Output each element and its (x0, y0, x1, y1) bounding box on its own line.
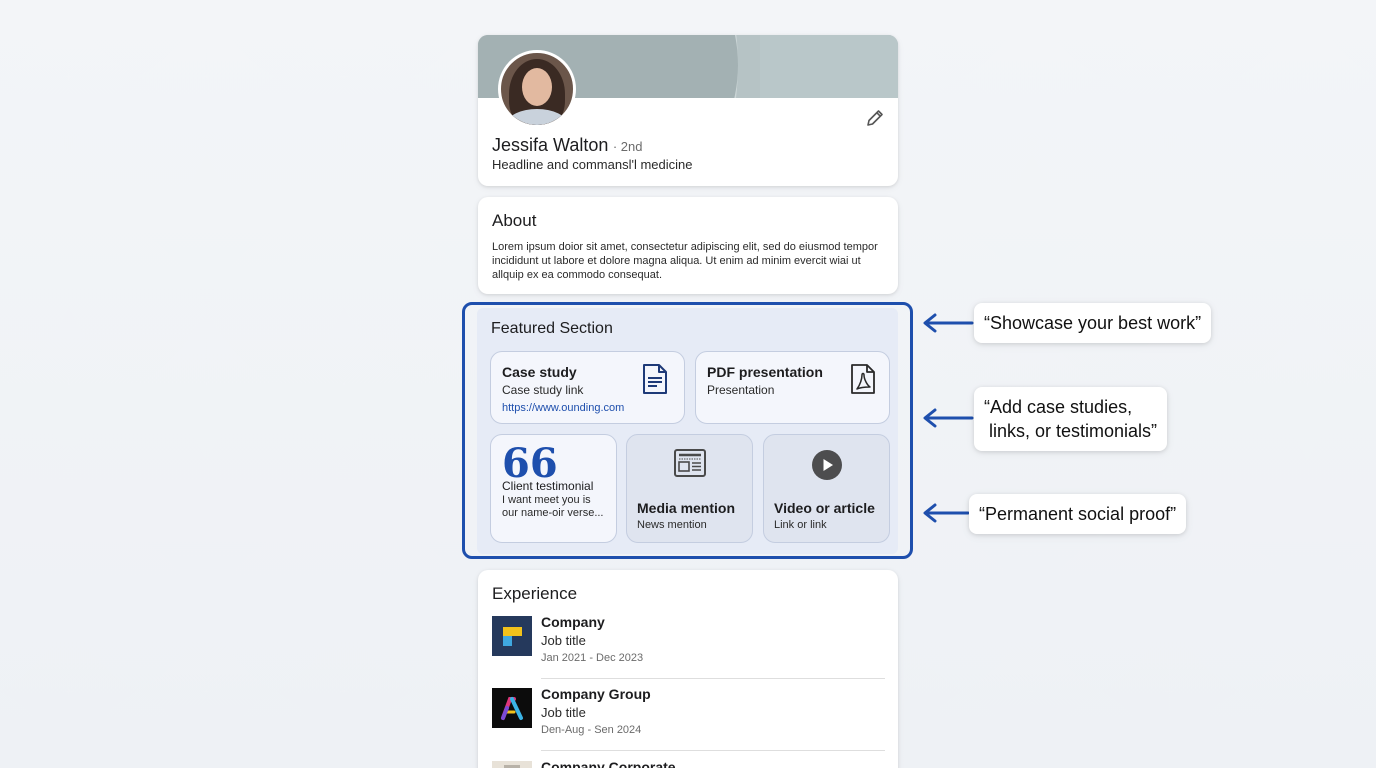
exp-dates: Den-Aug - Sen 2024 (541, 724, 642, 736)
featured-item-video[interactable]: Video or article Link or link (763, 434, 890, 543)
pencil-icon[interactable] (864, 107, 886, 129)
quote-icon: 66 (502, 440, 558, 487)
exp-job-title: Job title (541, 633, 586, 648)
featured-item-testimonial[interactable]: 66 Client testimonial I want meet you is… (490, 434, 617, 543)
connection-degree: · 2nd (612, 139, 643, 154)
tile-title: Video or article (774, 500, 875, 516)
callout-social-proof: “Permanent social proof” (969, 494, 1187, 534)
about-card: About Lorem ipsum doior sit amet, consec… (478, 197, 898, 294)
tile-title: Media mention (637, 500, 736, 516)
avatar[interactable] (498, 50, 576, 128)
profile-card: Jessifa Walton · 2nd Headline and comman… (478, 35, 898, 186)
tile-link[interactable]: https://www.ounding.com (502, 402, 673, 414)
play-icon (811, 449, 843, 486)
profile-name: Jessifa Walton (492, 135, 609, 155)
experience-card: Experience Company Job title Jan 2021 - … (478, 570, 898, 768)
about-text: Lorem ipsum doior sit amet, consectetur … (492, 241, 878, 281)
featured-item-case-study[interactable]: Case study Case study link https://www.o… (490, 351, 685, 424)
tile-subtitle: Link or link (774, 519, 827, 531)
exp-company: Company Group (541, 686, 651, 702)
company-logo (492, 616, 532, 656)
about-title: About (492, 211, 537, 230)
featured-title: Featured Section (491, 320, 613, 337)
exp-dates: Jan 2021 - Dec 2023 (541, 652, 644, 664)
profile-name-row: Jessifa Walton · 2nd (492, 135, 642, 156)
experience-title: Experience (492, 584, 578, 603)
callout-add-case-studies: “Add case studies, links, or testimonial… (974, 387, 1168, 451)
exp-job-title: Job title (541, 705, 586, 720)
featured-item-pdf[interactable]: PDF presentation Presentation (695, 351, 890, 424)
featured-section: Featured Section Case study Case study l… (477, 308, 898, 554)
tile-title: Client testimonial (502, 479, 594, 493)
exp-company: Company Corporate (541, 759, 676, 768)
callout-showcase: “Showcase your best work” (974, 303, 1212, 343)
divider (541, 678, 885, 679)
arrow-left-icon (923, 313, 974, 333)
tile-body: I want meet you is our name-oir verse... (502, 494, 604, 519)
profile-headline: Headline and commansl'l medicine (492, 157, 693, 172)
newspaper-icon (673, 448, 707, 483)
company-logo (492, 761, 532, 768)
arrow-left-icon (923, 503, 970, 523)
pdf-icon (850, 363, 876, 400)
document-icon (641, 363, 669, 400)
arrow-left-icon (923, 408, 974, 428)
divider (541, 750, 885, 751)
featured-item-media-mention[interactable]: Media mention News mention (626, 434, 753, 543)
tile-subtitle: News mention (637, 519, 707, 531)
company-logo (492, 688, 532, 728)
exp-company: Company (541, 614, 605, 630)
